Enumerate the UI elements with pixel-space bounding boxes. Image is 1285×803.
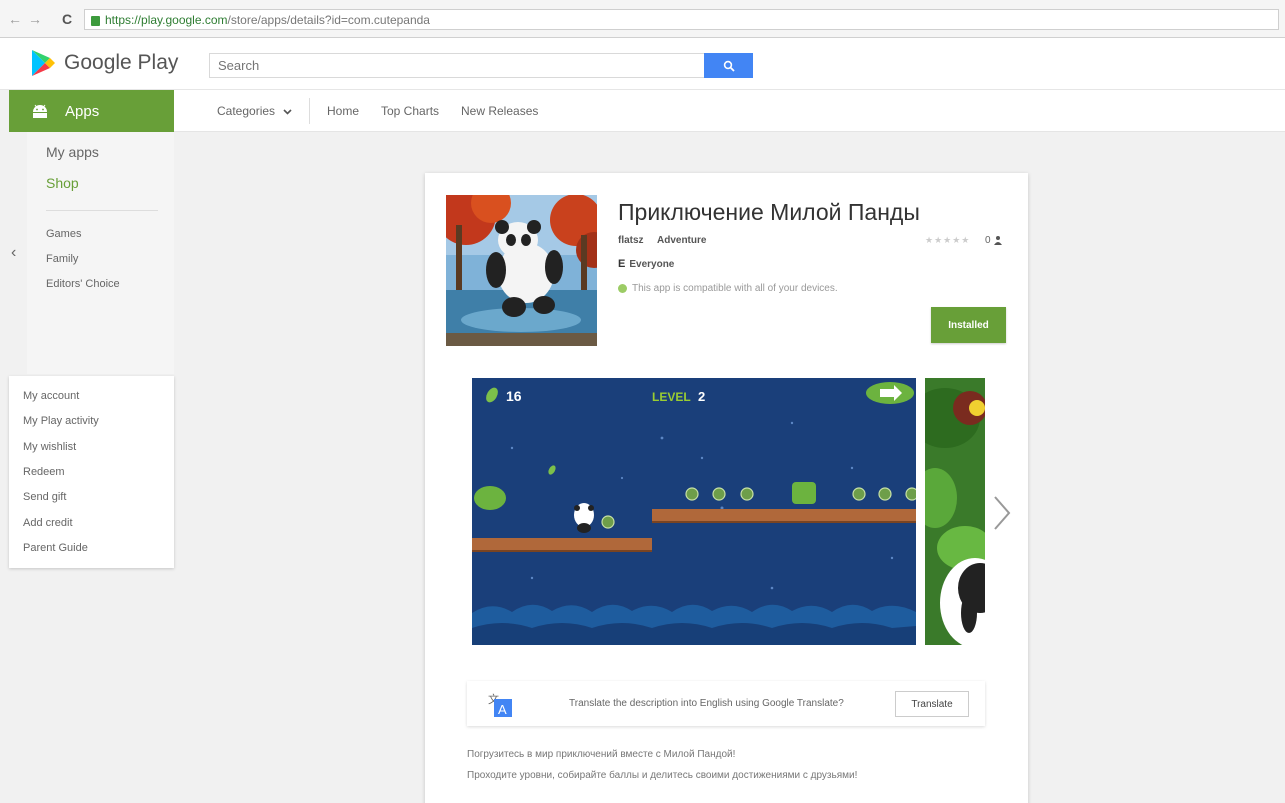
rating-count: 0: [985, 235, 991, 246]
search-icon: [723, 60, 735, 72]
forward-button[interactable]: →: [28, 11, 42, 27]
sub-navigation: Categories Home Top Charts New Releases: [174, 90, 1285, 132]
translate-prompt: Translate the description into English u…: [569, 698, 844, 709]
reload-button[interactable]: C: [62, 11, 72, 27]
apps-tab[interactable]: Apps: [9, 90, 174, 132]
account-item-parent-guide[interactable]: Parent Guide: [23, 542, 88, 554]
sidebar-item-my-apps[interactable]: My apps: [46, 144, 99, 160]
nav-new-releases[interactable]: New Releases: [461, 104, 538, 118]
sidebar-item-shop[interactable]: Shop: [46, 175, 79, 191]
account-item-play-activity[interactable]: My Play activity: [23, 415, 99, 427]
game-score: 16: [506, 388, 522, 404]
browser-toolbar: ← → C https://play.google.com/store/apps…: [0, 0, 1285, 38]
sidebar-collapse-icon[interactable]: ‹: [11, 244, 16, 262]
everyone-rating-icon: E: [618, 258, 626, 270]
game-level-label: LEVEL: [652, 390, 691, 404]
screenshot-1[interactable]: 16 LEVEL 2: [472, 378, 919, 645]
content-rating: E Everyone: [618, 258, 674, 270]
categories-dropdown[interactable]: Categories: [217, 104, 292, 118]
account-item-redeem[interactable]: Redeem: [23, 466, 65, 478]
url-host: https://play.google.com: [105, 12, 228, 27]
nav-top-charts[interactable]: Top Charts: [381, 104, 439, 118]
account-item-my-account[interactable]: My account: [23, 390, 79, 402]
url-path: /store/apps/details?id=com.cutepanda: [227, 12, 430, 27]
chevron-right-icon[interactable]: [993, 495, 1011, 531]
google-play-logo[interactable]: Google Play: [30, 49, 178, 77]
svg-text:A: A: [498, 702, 507, 717]
sidebar-item-games[interactable]: Games: [46, 228, 81, 240]
app-cover-image: [446, 195, 597, 346]
developer-link[interactable]: flatsz: [618, 235, 644, 246]
check-icon: [618, 284, 627, 293]
rating-stars: ★★★★★: [925, 235, 971, 245]
google-translate-icon: 文 A: [486, 691, 512, 717]
screenshot-2[interactable]: [925, 378, 985, 645]
sidebar-divider: [46, 210, 158, 211]
account-item-wishlist[interactable]: My wishlist: [23, 441, 76, 453]
address-bar[interactable]: https://play.google.com/store/apps/detai…: [84, 9, 1279, 30]
app-title: Приключение Милой Панды: [618, 199, 920, 225]
sidebar-item-family[interactable]: Family: [46, 253, 78, 265]
description-line-1: Погрузитесь в мир приключений вместе с М…: [467, 749, 736, 760]
content-rating-label: Everyone: [629, 258, 675, 270]
play-triangle-icon: [32, 50, 55, 76]
translate-button[interactable]: Translate: [895, 691, 969, 717]
sidebar: My apps Shop Games Family Editors' Choic…: [27, 132, 174, 374]
nav-home[interactable]: Home: [327, 104, 359, 118]
game-level-value: 2: [698, 389, 705, 404]
search-input[interactable]: [209, 53, 705, 78]
app-details-card: Приключение Милой Панды flatsz Adventure…: [425, 173, 1028, 803]
lock-icon: [91, 15, 100, 26]
chevron-down-icon: [283, 109, 292, 115]
search-button[interactable]: [704, 53, 753, 78]
description-line-2: Проходите уровни, собирайте баллы и дели…: [467, 770, 858, 781]
android-icon: [33, 104, 47, 118]
account-item-add-credit[interactable]: Add credit: [23, 517, 73, 529]
apps-tab-label: Apps: [65, 102, 100, 120]
person-icon: [994, 236, 1002, 245]
compatibility-text: This app is compatible with all of your …: [632, 283, 838, 294]
subnav-divider: [309, 98, 310, 124]
logo-text: Google Play: [64, 51, 179, 74]
sidebar-item-editors-choice[interactable]: Editors' Choice: [46, 278, 120, 290]
compatibility-notice: This app is compatible with all of your …: [618, 283, 838, 294]
account-item-send-gift[interactable]: Send gift: [23, 491, 66, 503]
installed-button[interactable]: Installed: [931, 307, 1006, 343]
translate-bar: 文 A Translate the description into Engli…: [467, 681, 985, 726]
category-link[interactable]: Adventure: [657, 235, 706, 246]
play-header: Google Play: [0, 38, 1285, 90]
categories-label: Categories: [217, 104, 276, 118]
back-button[interactable]: ←: [8, 11, 22, 27]
account-menu: My account My Play activity My wishlist …: [9, 376, 174, 568]
